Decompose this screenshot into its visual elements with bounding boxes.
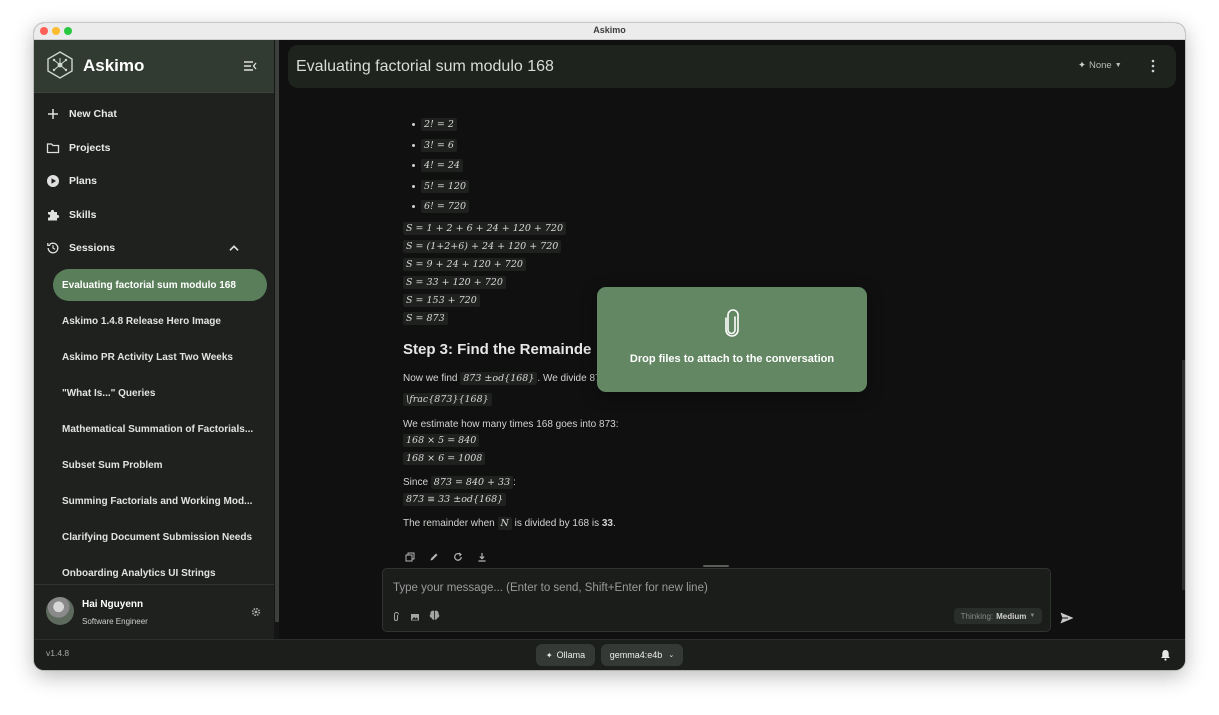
user-role: Software Engineer: [82, 617, 148, 626]
play-circle-icon: [47, 175, 59, 187]
chevron-down-icon: ▼: [1029, 613, 1036, 619]
sparkle-icon: ✦: [1078, 60, 1086, 71]
gear-icon[interactable]: [250, 606, 262, 618]
user-name: Hai Nguyenn: [82, 599, 144, 610]
provider-label: Ollama: [556, 650, 586, 660]
sidebar-header: Askimo: [34, 40, 274, 93]
list-item: 3! = 6: [412, 139, 457, 152]
session-item[interactable]: Askimo 1.4.8 Release Hero Image: [53, 305, 267, 337]
math-line: S = 153 + 720: [403, 294, 480, 307]
list-item: 6! = 720: [412, 200, 469, 213]
session-item[interactable]: "What Is..." Queries: [53, 377, 267, 409]
chat-main: Evaluating factorial sum modulo 168 ✦ No…: [279, 40, 1185, 639]
retry-icon[interactable]: [453, 552, 463, 562]
thinking-value: Medium: [996, 611, 1027, 621]
session-item[interactable]: Clarifying Document Submission Needs: [53, 521, 267, 553]
plus-icon: [48, 109, 58, 119]
image-icon[interactable]: [410, 612, 420, 622]
copy-icon[interactable]: [405, 552, 415, 562]
math-line: \frac{873}{168}: [403, 393, 492, 406]
app-window: Askimo Askimo New Chat Projects Plans Sk…: [34, 23, 1185, 670]
session-item[interactable]: Summing Factorials and Working Mod...: [53, 485, 267, 517]
thinking-label: Thinking:: [960, 611, 994, 621]
more-options-icon[interactable]: [1150, 58, 1156, 74]
ai-role-label: None: [1088, 60, 1112, 71]
nav-label: Sessions: [69, 242, 116, 254]
provider-button[interactable]: ✦ Ollama: [536, 644, 595, 666]
chevron-up-icon[interactable]: [227, 241, 241, 255]
math-line: 168 × 6 = 1008: [403, 452, 486, 465]
paragraph: Now we find 873 ±od{168}. We divide 873: [403, 372, 607, 385]
session-item-active[interactable]: Evaluating factorial sum modulo 168: [53, 269, 267, 301]
session-item[interactable]: Subset Sum Problem: [53, 449, 267, 481]
message-composer: Thinking: Medium ▼: [382, 565, 1051, 632]
paperclip-icon: [725, 309, 739, 337]
app-name: Askimo: [83, 56, 145, 75]
nav-label: Skills: [69, 209, 97, 221]
brain-icon[interactable]: [428, 609, 441, 622]
math-line: 168 × 5 = 840: [403, 434, 480, 447]
send-icon[interactable]: [1059, 610, 1075, 626]
ai-role-selector[interactable]: ✦ None ▼: [1078, 60, 1122, 71]
chevron-down-icon: ⌄: [668, 652, 675, 659]
app-version: v1.4.8: [46, 648, 70, 658]
nav-skills[interactable]: Skills: [46, 203, 260, 227]
chevron-down-icon: ▼: [1114, 62, 1122, 69]
list-item: 4! = 24: [412, 159, 463, 172]
paragraph: Since 873 = 840 + 33:: [403, 476, 516, 489]
model-select[interactable]: gemma4:e4b ⌄: [601, 644, 683, 666]
nav-new-chat[interactable]: New Chat: [46, 102, 260, 126]
step-heading: Step 3: Find the Remainde: [403, 341, 592, 358]
chat-scrollbar[interactable]: [1182, 360, 1185, 590]
window-title: Askimo: [593, 25, 626, 35]
message-input[interactable]: [393, 582, 993, 594]
collapse-sidebar-icon[interactable]: [242, 58, 258, 74]
file-drop-overlay[interactable]: Drop files to attach to the conversation: [597, 287, 867, 392]
list-item: 2! = 2: [412, 118, 457, 131]
nav-label: New Chat: [69, 108, 117, 120]
paragraph: We estimate how many times 168 goes into…: [403, 419, 619, 430]
avatar[interactable]: [46, 597, 74, 625]
math-line: S = 873: [403, 312, 448, 325]
nav-label: Projects: [69, 142, 111, 154]
thinking-level-select[interactable]: Thinking: Medium ▼: [954, 608, 1042, 624]
session-item[interactable]: Askimo PR Activity Last Two Weeks: [53, 341, 267, 373]
nav-plans[interactable]: Plans: [46, 169, 260, 193]
math-line: S = (1+2+6) + 24 + 120 + 720: [403, 240, 562, 253]
edit-icon[interactable]: [429, 552, 439, 562]
model-label: gemma4:e4b: [609, 650, 663, 660]
folder-icon: [46, 143, 60, 154]
user-profile[interactable]: Hai Nguyenn Software Engineer: [34, 584, 274, 640]
math-line: S = 33 + 120 + 720: [403, 276, 506, 289]
nav-sessions[interactable]: Sessions: [46, 236, 260, 260]
paragraph: The remainder when N is divided by 168 i…: [403, 517, 616, 530]
math-line: S = 1 + 2 + 6 + 24 + 120 + 720: [403, 222, 566, 235]
askimo-logo-icon: [47, 51, 73, 79]
sparkle-icon: ✦: [545, 650, 553, 660]
download-icon[interactable]: [477, 552, 487, 562]
puzzle-icon: [48, 209, 60, 221]
nav-projects[interactable]: Projects: [46, 136, 260, 160]
nav-label: Plans: [69, 175, 98, 187]
attach-icon[interactable]: [391, 612, 401, 622]
chat-header: Evaluating factorial sum modulo 168 ✦ No…: [288, 45, 1176, 88]
status-bar: v1.4.8 ✦ Ollama gemma4:e4b ⌄: [34, 639, 1185, 670]
drop-files-text: Drop files to attach to the conversation: [629, 353, 835, 365]
composer-resize-handle[interactable]: [703, 565, 729, 567]
math-line: 873 ≡ 33 ±od{168}: [403, 493, 507, 506]
math-line: S = 9 + 24 + 120 + 720: [403, 258, 526, 271]
bell-icon[interactable]: [1160, 649, 1171, 661]
conversation-title: Evaluating factorial sum modulo 168: [296, 58, 554, 75]
history-icon: [47, 242, 59, 254]
session-item[interactable]: Mathematical Summation of Factorials...: [53, 413, 267, 445]
message-actions: [405, 552, 487, 562]
sidebar: Askimo New Chat Projects Plans Skills Se…: [34, 40, 274, 640]
list-item: 5! = 120: [412, 180, 469, 193]
title-bar: Askimo: [34, 23, 1185, 40]
